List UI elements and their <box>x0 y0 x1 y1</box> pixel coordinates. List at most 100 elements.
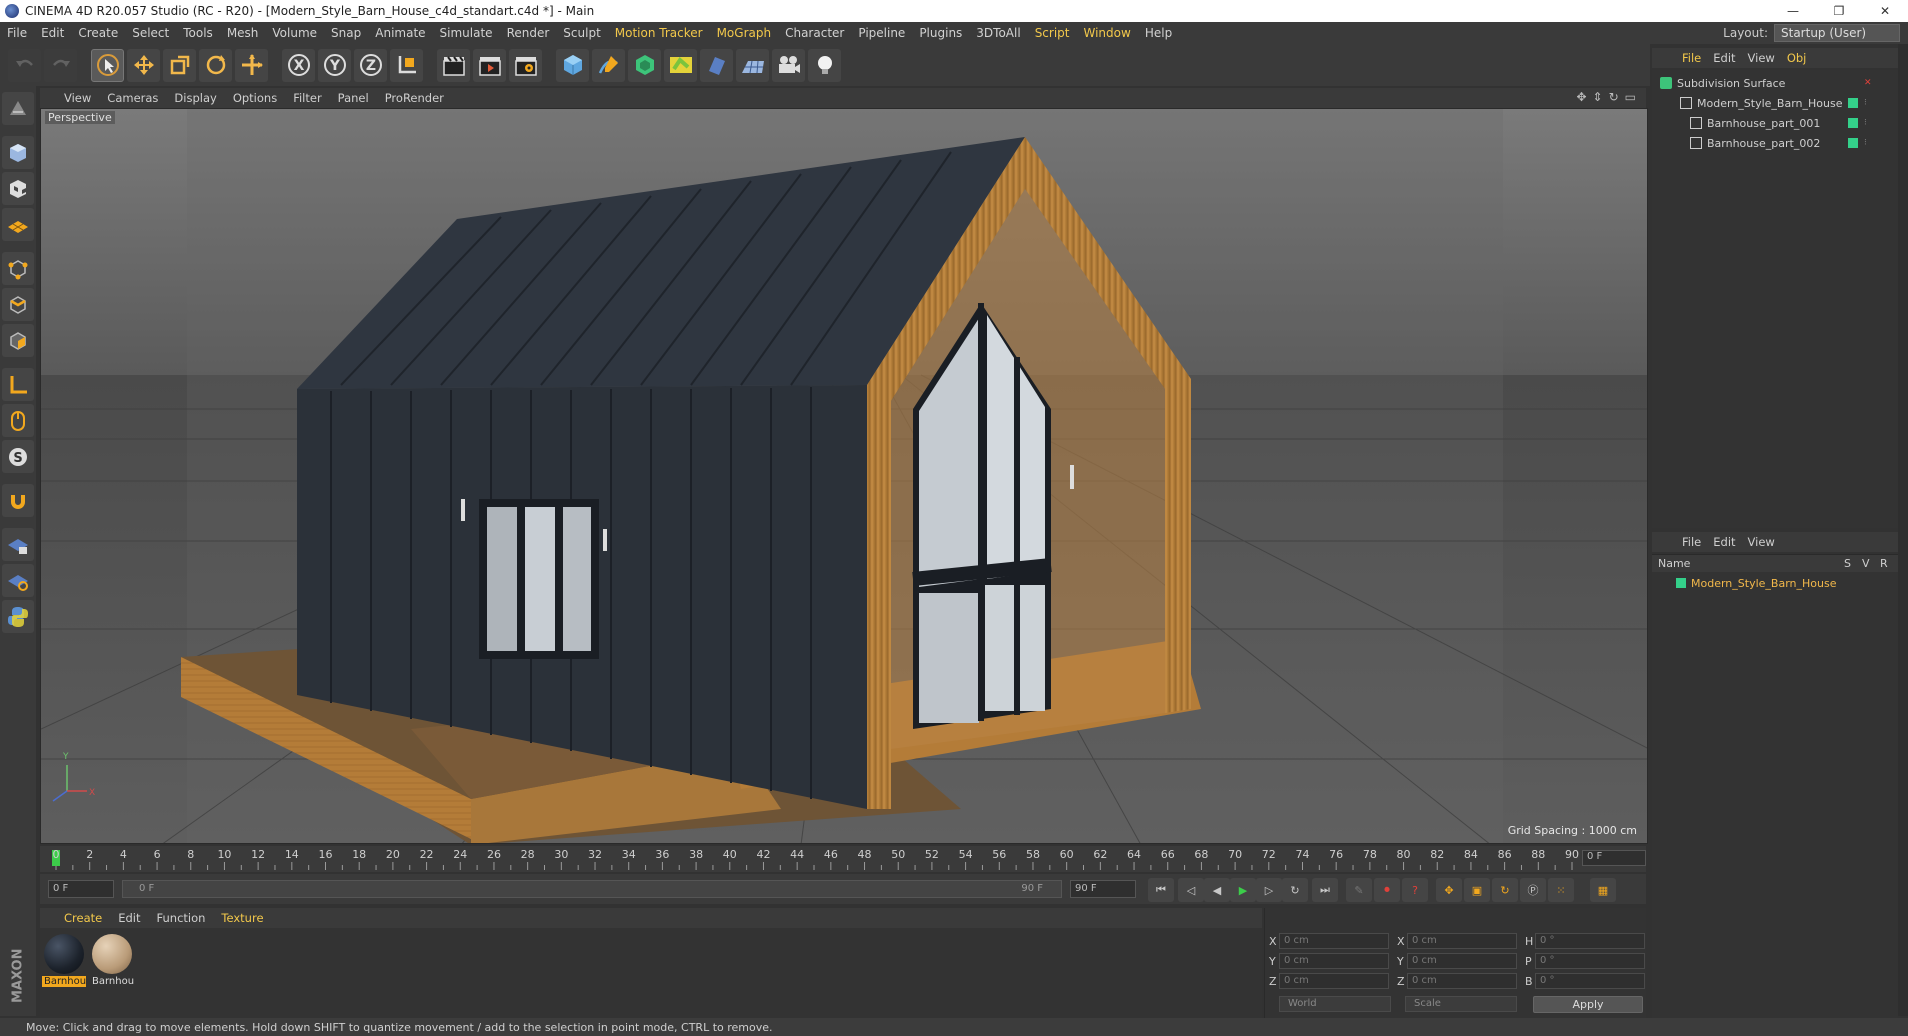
viewport-menu-filter[interactable]: Filter <box>285 91 329 105</box>
perspective-viewport[interactable]: Y X Perspective Grid Spacing : 1000 cm <box>40 108 1648 844</box>
coordinate-space-dropdown[interactable]: World <box>1279 996 1391 1012</box>
right-side-tabs[interactable] <box>1898 44 1908 1016</box>
menu-simulate[interactable]: Simulate <box>433 26 500 40</box>
column-view[interactable]: V <box>1862 557 1880 570</box>
autokey-button[interactable]: ? <box>1402 878 1428 902</box>
coordinate-system-button[interactable] <box>390 48 423 82</box>
pan-view-icon[interactable]: ✥ <box>1576 90 1586 104</box>
add-scene-button[interactable] <box>736 48 769 82</box>
layer-row[interactable]: Modern_Style_Barn_House <box>1652 574 1898 592</box>
z-axis-lock-button[interactable]: Z <box>354 48 387 82</box>
preview-range-slider[interactable]: 0 F 90 F <box>122 880 1062 898</box>
material-menu-texture[interactable]: Texture <box>213 911 271 925</box>
object-menu-edit[interactable]: Edit <box>1707 51 1741 65</box>
visibility-dots[interactable]: ⁝ <box>1864 138 1867 148</box>
object-menu-obj[interactable]: Obj <box>1781 51 1813 65</box>
menu-character[interactable]: Character <box>778 26 851 40</box>
object-disabled-toggle[interactable]: ✕ <box>1864 78 1872 88</box>
dolly-view-icon[interactable]: ⇕ <box>1593 90 1603 104</box>
workplane-mode-button[interactable] <box>2 208 34 241</box>
go-to-end-button[interactable]: ⏭ <box>1312 878 1338 902</box>
add-generator-button[interactable] <box>628 48 661 82</box>
previous-key-button[interactable]: ◁ <box>1178 878 1204 902</box>
material-swatch[interactable]: Barnhou <box>90 932 134 990</box>
add-cube-button[interactable] <box>556 48 589 82</box>
rotation-p-field[interactable]: 0 ° <box>1535 953 1645 969</box>
current-frame-field[interactable]: 0 F <box>1582 850 1646 866</box>
menu-3dtoall[interactable]: 3DToAll <box>969 26 1027 40</box>
rotate-tool-button[interactable] <box>199 48 232 82</box>
next-key-button[interactable]: ↻ <box>1282 878 1308 902</box>
position-y-field[interactable]: 0 cm <box>1279 953 1389 969</box>
python-console-button[interactable] <box>2 600 34 633</box>
x-axis-lock-button[interactable]: X <box>282 48 315 82</box>
play-button[interactable]: ▶ <box>1230 878 1256 902</box>
column-name[interactable]: Name <box>1652 557 1844 570</box>
go-to-start-button[interactable]: ⏮ <box>1148 878 1174 902</box>
record-rotation-button[interactable]: ↻ <box>1492 878 1518 902</box>
size-x-field[interactable]: 0 cm <box>1407 933 1517 949</box>
add-deformer-button[interactable] <box>664 48 697 82</box>
material-swatch[interactable]: Barnhou <box>42 932 86 990</box>
viewport-camera-label[interactable]: Perspective <box>45 111 115 124</box>
add-spline-button[interactable] <box>592 48 625 82</box>
next-frame-button[interactable]: ▷ <box>1256 878 1282 902</box>
menu-help[interactable]: Help <box>1138 26 1179 40</box>
object-menu-view[interactable]: View <box>1742 51 1781 65</box>
visibility-dots[interactable]: ⁝ <box>1864 118 1867 128</box>
move-tool-button[interactable] <box>127 48 160 82</box>
scale-tool-button[interactable] <box>163 48 196 82</box>
object-row-barnhouse-part-001[interactable]: Barnhouse_part_001 ⁝ <box>1652 114 1898 132</box>
menu-volume[interactable]: Volume <box>265 26 324 40</box>
y-axis-lock-button[interactable]: Y <box>318 48 351 82</box>
end-frame-field[interactable]: 90 F <box>1070 880 1136 898</box>
redo-button[interactable] <box>44 48 77 82</box>
edges-mode-button[interactable] <box>2 288 34 321</box>
record-position-button[interactable]: ✥ <box>1436 878 1462 902</box>
object-row-subdivision-surface[interactable]: Subdivision Surface ✕ <box>1652 74 1898 92</box>
model-mode-button[interactable] <box>2 136 34 169</box>
size-z-field[interactable]: 0 cm <box>1407 973 1517 989</box>
points-mode-button[interactable] <box>2 252 34 285</box>
layer-menu-file[interactable]: File <box>1676 535 1707 549</box>
snap-button[interactable]: S <box>2 440 34 473</box>
record-active-button[interactable]: ⏺ <box>1374 878 1400 902</box>
size-mode-dropdown[interactable]: Scale <box>1405 996 1517 1012</box>
viewport-menu-display[interactable]: Display <box>166 91 224 105</box>
menu-snap[interactable]: Snap <box>324 26 368 40</box>
planar-workplane-button[interactable] <box>2 564 34 597</box>
menu-edit[interactable]: Edit <box>34 26 71 40</box>
material-menu-function[interactable]: Function <box>149 911 214 925</box>
viewport-menu-prorender[interactable]: ProRender <box>377 91 452 105</box>
position-z-field[interactable]: 0 cm <box>1279 973 1389 989</box>
close-button[interactable]: ✕ <box>1862 0 1908 22</box>
texture-mode-button[interactable] <box>2 172 34 205</box>
timeline-scheme-button[interactable]: ▦ <box>1590 878 1616 902</box>
menu-tools[interactable]: Tools <box>176 26 220 40</box>
menu-animate[interactable]: Animate <box>368 26 432 40</box>
menu-create[interactable]: Create <box>71 26 125 40</box>
minimize-button[interactable]: — <box>1770 0 1816 22</box>
layer-menu-edit[interactable]: Edit <box>1707 535 1741 549</box>
timeline-ruler[interactable]: 0 2 4 6 8 10 12 14 16 18 20 22 24 26 28 30 32 34 36 38 40 42 4… <box>40 846 1646 872</box>
material-menu-edit[interactable]: Edit <box>110 911 148 925</box>
layer-menu-view[interactable]: View <box>1742 535 1781 549</box>
menu-plugins[interactable]: Plugins <box>912 26 969 40</box>
toggle-layout-icon[interactable]: ▭ <box>1625 90 1636 104</box>
rotation-b-field[interactable]: 0 ° <box>1535 973 1645 989</box>
material-menu-create[interactable]: Create <box>56 911 110 925</box>
menu-script[interactable]: Script <box>1028 26 1077 40</box>
viewport-menu-panel[interactable]: Panel <box>330 91 377 105</box>
apply-button[interactable]: Apply <box>1533 996 1643 1013</box>
viewport-menu-view[interactable]: View <box>56 91 99 105</box>
motion-record-button[interactable]: ✎ <box>1346 878 1372 902</box>
previous-frame-button[interactable]: ◀ <box>1204 878 1230 902</box>
axis-mode-button[interactable] <box>2 368 34 401</box>
menu-window[interactable]: Window <box>1077 26 1138 40</box>
menu-mesh[interactable]: Mesh <box>220 26 266 40</box>
record-parameter-button[interactable]: Ⓟ <box>1520 878 1546 902</box>
locked-workplane-button[interactable] <box>2 528 34 561</box>
viewport-menu-cameras[interactable]: Cameras <box>99 91 166 105</box>
menu-mograph[interactable]: MoGraph <box>710 26 779 40</box>
object-row-barnhouse-part-002[interactable]: Barnhouse_part_002 ⁝ <box>1652 134 1898 152</box>
